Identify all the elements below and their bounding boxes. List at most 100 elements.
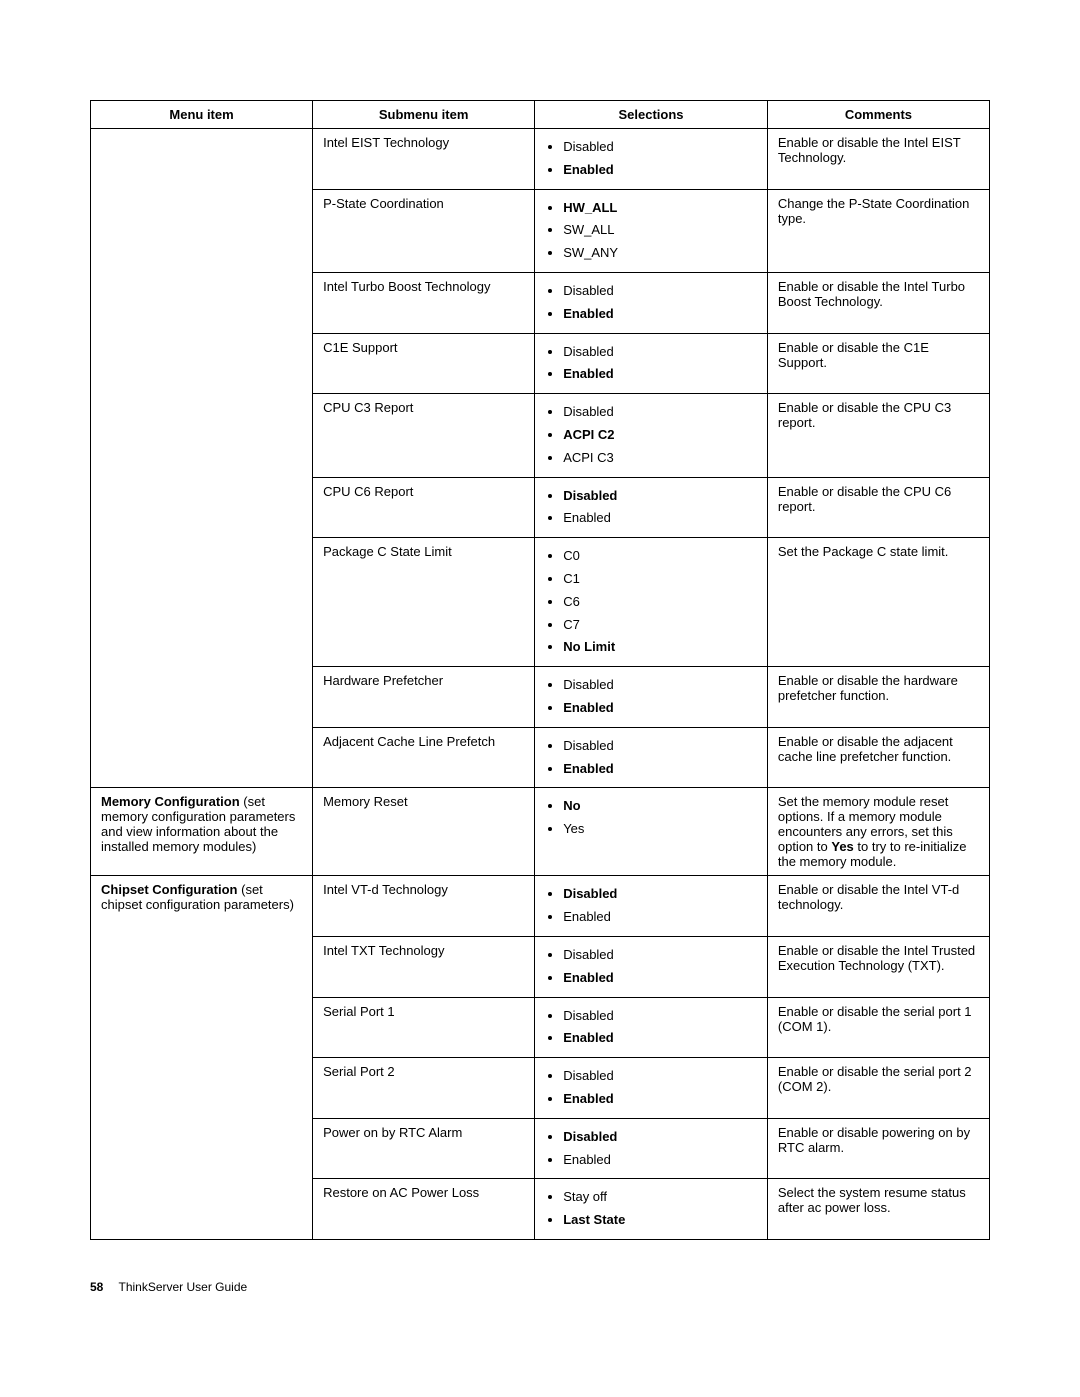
submenu-item-cell: C1E Support — [313, 333, 535, 394]
selections-cell: DisabledEnabled — [535, 333, 768, 394]
comments-cell: Set the memory module reset options. If … — [767, 788, 989, 876]
comments-cell: Set the Package C state limit. — [767, 538, 989, 667]
selections-cell: NoYes — [535, 788, 768, 876]
submenu-item-cell: CPU C6 Report — [313, 477, 535, 538]
header-menu-item: Menu item — [91, 101, 313, 129]
selection-option: ACPI C3 — [563, 448, 757, 469]
selection-option: SW_ANY — [563, 243, 757, 264]
comments-cell: Enable or disable the CPU C3 report. — [767, 394, 989, 477]
selections-cell: DisabledEnabled — [535, 272, 768, 333]
selection-option: Enabled — [563, 907, 757, 928]
selection-option: Disabled — [563, 281, 757, 302]
selection-option: Disabled — [563, 1006, 757, 1027]
selection-option: Enabled — [563, 1150, 757, 1171]
selections-cell: Stay offLast State — [535, 1179, 768, 1240]
selection-option: Disabled — [563, 402, 757, 423]
selection-option: Stay off — [563, 1187, 757, 1208]
comments-cell: Enable or disable the serial port 2 (COM… — [767, 1058, 989, 1119]
submenu-item-cell: Hardware Prefetcher — [313, 667, 535, 728]
selection-option: Enabled — [563, 508, 757, 529]
selection-option: Enabled — [563, 1089, 757, 1110]
selection-option: Enabled — [563, 364, 757, 385]
comments-cell: Enable or disable the Intel VT-d technol… — [767, 876, 989, 937]
selection-option: Last State — [563, 1210, 757, 1231]
submenu-item-cell: Restore on AC Power Loss — [313, 1179, 535, 1240]
selections-cell: DisabledEnabled — [535, 667, 768, 728]
submenu-item-cell: Package C State Limit — [313, 538, 535, 667]
selection-option: Disabled — [563, 1066, 757, 1087]
menu-item-title: Chipset Configuration — [101, 882, 238, 897]
selection-option: HW_ALL — [563, 198, 757, 219]
selection-option: C0 — [563, 546, 757, 567]
selection-option: Enabled — [563, 968, 757, 989]
header-selections: Selections — [535, 101, 768, 129]
selection-option: Disabled — [563, 137, 757, 158]
selections-cell: DisabledEnabled — [535, 727, 768, 788]
comments-cell: Enable or disable the Intel Trusted Exec… — [767, 936, 989, 997]
selections-cell: HW_ALLSW_ALLSW_ANY — [535, 189, 768, 272]
selections-cell: DisabledACPI C2ACPI C3 — [535, 394, 768, 477]
selection-option: Disabled — [563, 736, 757, 757]
header-comments: Comments — [767, 101, 989, 129]
menu-item-cell: Memory Configuration (set memory configu… — [91, 788, 313, 876]
submenu-item-cell: Serial Port 2 — [313, 1058, 535, 1119]
selection-option: Disabled — [563, 945, 757, 966]
selections-cell: DisabledEnabled — [535, 936, 768, 997]
menu-item-title: Memory Configuration — [101, 794, 240, 809]
table-row: Chipset Configuration (set chipset confi… — [91, 876, 990, 937]
selection-option: ACPI C2 — [563, 425, 757, 446]
submenu-item-cell: P-State Coordination — [313, 189, 535, 272]
menu-item-cell — [91, 129, 313, 788]
submenu-item-cell: Serial Port 1 — [313, 997, 535, 1058]
submenu-item-cell: Memory Reset — [313, 788, 535, 876]
comments-cell: Enable or disable the CPU C6 report. — [767, 477, 989, 538]
selection-option: Disabled — [563, 486, 757, 507]
footer-title: ThinkServer User Guide — [118, 1280, 247, 1294]
selection-option: Disabled — [563, 884, 757, 905]
header-submenu-item: Submenu item — [313, 101, 535, 129]
selection-option: Enabled — [563, 698, 757, 719]
selection-option: Disabled — [563, 342, 757, 363]
comments-cell: Select the system resume status after ac… — [767, 1179, 989, 1240]
selections-cell: DisabledEnabled — [535, 1118, 768, 1179]
submenu-item-cell: Intel EIST Technology — [313, 129, 535, 190]
page-number: 58 — [90, 1280, 103, 1294]
selection-option: C7 — [563, 615, 757, 636]
comments-cell: Enable or disable the C1E Support. — [767, 333, 989, 394]
selection-option: Enabled — [563, 160, 757, 181]
comments-cell: Change the P-State Coordination type. — [767, 189, 989, 272]
selections-cell: C0C1C6C7No Limit — [535, 538, 768, 667]
selections-cell: DisabledEnabled — [535, 876, 768, 937]
selection-option: No — [563, 796, 757, 817]
selection-option: Enabled — [563, 759, 757, 780]
comments-cell: Enable or disable the Intel Turbo Boost … — [767, 272, 989, 333]
table-row: Memory Configuration (set memory configu… — [91, 788, 990, 876]
selection-option: No Limit — [563, 637, 757, 658]
comments-cell: Enable or disable the adjacent cache lin… — [767, 727, 989, 788]
submenu-item-cell: Adjacent Cache Line Prefetch — [313, 727, 535, 788]
selection-option: Enabled — [563, 304, 757, 325]
comments-cell: Enable or disable the Intel EIST Technol… — [767, 129, 989, 190]
selections-cell: DisabledEnabled — [535, 477, 768, 538]
selection-option: Enabled — [563, 1028, 757, 1049]
comments-cell: Enable or disable powering on by RTC ala… — [767, 1118, 989, 1179]
table-header-row: Menu item Submenu item Selections Commen… — [91, 101, 990, 129]
submenu-item-cell: Intel VT-d Technology — [313, 876, 535, 937]
selection-option: Disabled — [563, 675, 757, 696]
selections-cell: DisabledEnabled — [535, 1058, 768, 1119]
menu-item-cell: Chipset Configuration (set chipset confi… — [91, 876, 313, 1240]
selections-cell: DisabledEnabled — [535, 997, 768, 1058]
selection-option: C6 — [563, 592, 757, 613]
comments-cell: Enable or disable the serial port 1 (COM… — [767, 997, 989, 1058]
bios-settings-table: Menu item Submenu item Selections Commen… — [90, 100, 990, 1240]
comments-cell: Enable or disable the hardware prefetche… — [767, 667, 989, 728]
selection-option: C1 — [563, 569, 757, 590]
submenu-item-cell: Intel TXT Technology — [313, 936, 535, 997]
selection-option: Disabled — [563, 1127, 757, 1148]
table-row: Intel EIST Technology DisabledEnabled Enab… — [91, 129, 990, 190]
selection-option: SW_ALL — [563, 220, 757, 241]
page-footer: 58 ThinkServer User Guide — [90, 1280, 990, 1294]
submenu-item-cell: Intel Turbo Boost Technology — [313, 272, 535, 333]
submenu-item-cell: Power on by RTC Alarm — [313, 1118, 535, 1179]
selection-option: Yes — [563, 819, 757, 840]
